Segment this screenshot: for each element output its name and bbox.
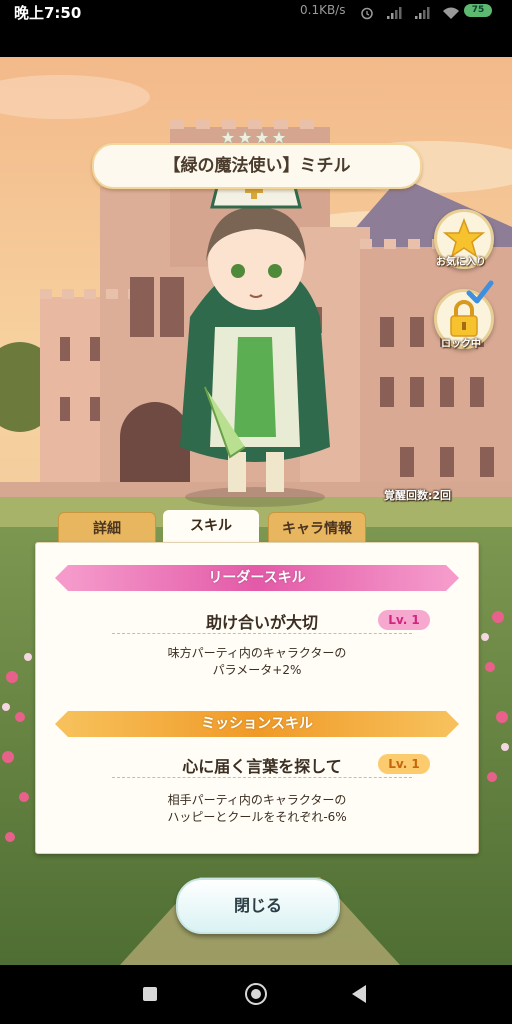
- network-speed: 0.1KB/s: [300, 3, 346, 17]
- alarm-icon: [360, 5, 374, 24]
- lock-label: ロック中: [441, 339, 481, 350]
- back-icon[interactable]: [352, 985, 366, 1003]
- signal-icon: [386, 5, 402, 24]
- home-icon[interactable]: [245, 983, 267, 1005]
- signal-icon: [414, 5, 430, 24]
- skill-panel: リーダースキル 助け合いが大切 Lv. 1 味方パーティ内のキャラクターの パラ…: [35, 542, 479, 854]
- mission-skill-name: 心に届く言葉を探して: [182, 757, 342, 776]
- divider: [112, 633, 412, 634]
- mission-skill-desc-2: ハッピーとクールをそれぞれ-6%: [167, 810, 347, 824]
- leader-skill-header: リーダースキル: [55, 565, 459, 591]
- navigation-bar: [0, 965, 512, 1024]
- close-button[interactable]: 閉じる: [176, 878, 340, 934]
- leader-skill-name: 助け合いが大切: [205, 613, 318, 632]
- status-bar: 晚上7:50 0.1KB/s 75: [0, 0, 512, 57]
- mission-skill-header: ミッションスキル: [55, 711, 459, 737]
- mission-skill-level: Lv. 1: [378, 754, 430, 774]
- battery-icon: 75: [464, 4, 492, 17]
- mission-skill-desc-1: 相手パーティ内のキャラクターの: [167, 793, 347, 807]
- leader-skill-desc-1: 味方パーティ内のキャラクターの: [167, 646, 347, 660]
- wifi-icon: [442, 5, 460, 24]
- recents-icon[interactable]: [143, 987, 157, 1001]
- leader-skill-level: Lv. 1: [378, 610, 430, 630]
- tab-character-info[interactable]: キャラ情報: [268, 512, 366, 545]
- awaken-count: 覚醒回数:2回: [384, 489, 452, 502]
- favorite-label: お気に入り: [436, 257, 486, 268]
- leader-skill-desc-2: パラメータ+2%: [212, 663, 302, 677]
- check-icon: [466, 280, 494, 304]
- status-time: 晚上7:50: [14, 4, 82, 22]
- tab-skill[interactable]: スキル: [163, 510, 259, 544]
- tab-details[interactable]: 詳細: [58, 512, 156, 545]
- divider: [112, 777, 412, 778]
- character-name-banner: 【緑の魔法使い】ミチル: [92, 143, 422, 189]
